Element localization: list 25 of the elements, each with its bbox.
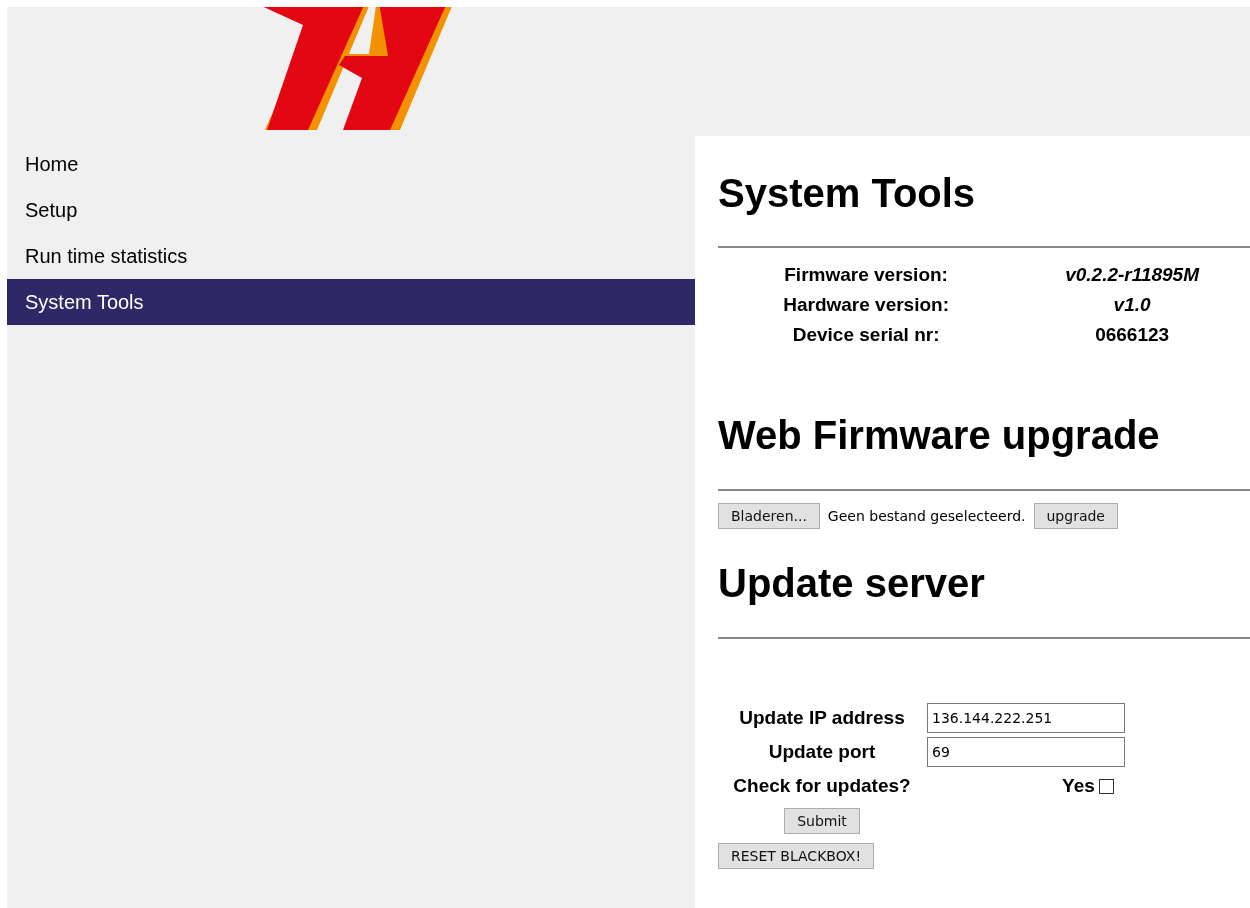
section-heading: Web Firmware upgrade [718,412,1161,459]
input-field[interactable]: 69 [927,737,1125,767]
nav-item[interactable]: Run time statistics [7,233,695,279]
input-field[interactable]: 136.144.222.251 [927,703,1125,733]
field-label: Check for updates? [732,774,912,798]
field-label: Update IP address [738,706,906,730]
page-title: System Tools [718,170,977,217]
reset-button[interactable]: RESET BLACKBOX! [718,843,874,869]
checkbox[interactable] [1098,778,1114,794]
info-value: v0.2.2-r11895M [1064,263,1201,287]
nav-item[interactable]: System Tools [7,279,695,325]
submit-button[interactable]: Submit [784,808,860,834]
info-value: 0666123 [1094,323,1171,347]
option-label: Yes [1062,775,1095,797]
upgrade-button[interactable]: upgrade [1033,503,1118,529]
browse-button[interactable]: Bladeren... [718,503,820,529]
info-value: v1.0 [1112,293,1152,317]
info-label: Hardware version: [782,293,950,317]
info-label: Device serial nr: [791,323,941,347]
section-heading: Update server [718,560,986,607]
field-label: Update port [767,740,877,764]
info-label: Firmware version: [783,263,949,287]
nav-item[interactable]: Home [7,141,695,187]
file-status: Geen bestand geselecteerd. [827,508,1026,524]
nav-item[interactable]: Setup [7,187,695,233]
